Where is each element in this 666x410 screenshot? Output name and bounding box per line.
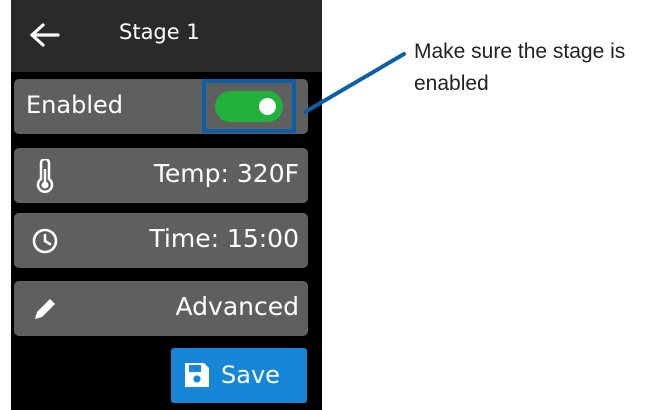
callout-annotation: Make sure the stage is enabled [414,40,626,95]
